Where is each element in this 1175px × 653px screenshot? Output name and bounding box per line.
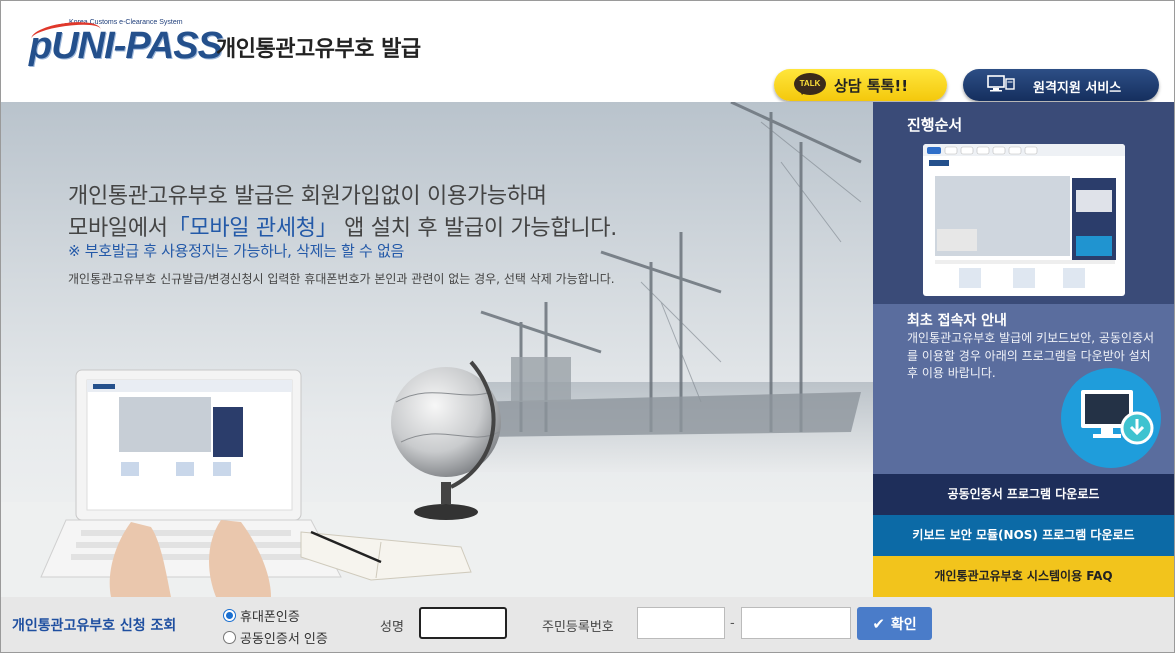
hero-headline-2: 모바일에서「모바일 관세청」 앱 설치 후 발급이 가능합니다.	[68, 210, 617, 242]
hero-illustration	[1, 102, 873, 597]
rrn-back-input[interactable]	[741, 607, 851, 639]
sidebar: 진행순서 최초 접속자 안내 개인통관고유부호 발급에 키보드보안, 공동인증서…	[873, 102, 1174, 597]
check-icon: ✔	[872, 614, 885, 633]
process-title: 진행순서	[907, 116, 963, 134]
first-visitor-panel: 최초 접속자 안내 개인통관고유부호 발급에 키보드보안, 공동인증서를 이용할…	[873, 304, 1174, 474]
cert-program-download-button[interactable]: 공동인증서 프로그램 다운로드	[873, 474, 1174, 515]
header: Korea Customs e-Clearance System pUNI-PA…	[1, 1, 1174, 102]
remote-support-button[interactable]: 원격지원 서비스	[963, 69, 1159, 101]
remote-support-label: 원격지원 서비스	[1033, 81, 1122, 96]
first-visitor-title: 최초 접속자 안내	[907, 313, 1007, 329]
hero-description: 개인통관고유부호 신규발급/변경신청시 입력한 휴대폰번호가 본인과 관련이 없…	[68, 272, 615, 286]
rrn-dash: -	[730, 616, 735, 631]
talk-consult-label: 상담 톡톡!!	[834, 77, 909, 95]
hero-headline-2-suffix: 앱 설치 후 발급이 가능합니다.	[344, 216, 617, 241]
talk-icon: TALK	[794, 73, 826, 95]
hero-notice: ※ 부호발급 후 사용정지는 가능하나, 삭제는 할 수 없음	[68, 242, 404, 260]
name-input[interactable]	[419, 607, 507, 639]
cert-auth-label: 공동인증서 인증	[240, 632, 328, 647]
confirm-button[interactable]: ✔ 확인	[857, 607, 932, 640]
rrn-label: 주민등록번호	[542, 620, 614, 635]
mobile-customs-app-highlight: 「모바일 관세청」	[167, 216, 338, 241]
hero-headline-2-prefix: 모바일에서	[68, 216, 168, 241]
unipass-logo[interactable]: Korea Customs e-Clearance System pUNI-PA…	[29, 18, 223, 75]
confirm-label: 확인	[890, 616, 917, 633]
cert-auth-option[interactable]: 공동인증서 인증	[223, 628, 328, 647]
talk-consult-button[interactable]: TALK 상담 톡톡!!	[774, 69, 947, 101]
name-label: 성명	[380, 620, 404, 635]
process-thumbnail-image	[923, 144, 1125, 288]
monitor-icon	[987, 75, 1015, 92]
logo-text: pUNI-PASS	[29, 25, 223, 67]
phone-auth-option[interactable]: 휴대폰인증	[223, 606, 300, 625]
rrn-front-input[interactable]	[637, 607, 725, 639]
nos-program-download-button[interactable]: 키보드 보안 모듈(NOS) 프로그램 다운로드	[873, 515, 1174, 556]
phone-auth-radio[interactable]	[223, 609, 236, 622]
process-thumbnail[interactable]	[923, 144, 1125, 296]
hero-banner: 개인통관고유부호 발급은 회원가입없이 이용가능하며 모바일에서「모바일 관세청…	[1, 102, 873, 597]
logo-text-main: UNI-PASS	[51, 25, 223, 67]
system-faq-button[interactable]: 개인통관고유부호 시스템이용 FAQ	[873, 556, 1174, 597]
hero-headline-1: 개인통관고유부호 발급은 회원가입없이 이용가능하며	[68, 184, 547, 209]
process-panel: 진행순서	[873, 102, 1174, 304]
application-lookup-bar: 개인통관고유부호 신청 조회 휴대폰인증 공동인증서 인증 성명 주민등록번호 …	[1, 597, 1174, 652]
lookup-title: 개인통관고유부호 신청 조회	[12, 618, 177, 634]
cert-auth-radio[interactable]	[223, 631, 236, 644]
download-monitor-icon	[1061, 368, 1161, 468]
phone-auth-label: 휴대폰인증	[240, 610, 300, 625]
page-title: 개인통관고유부호 발급	[216, 37, 421, 62]
